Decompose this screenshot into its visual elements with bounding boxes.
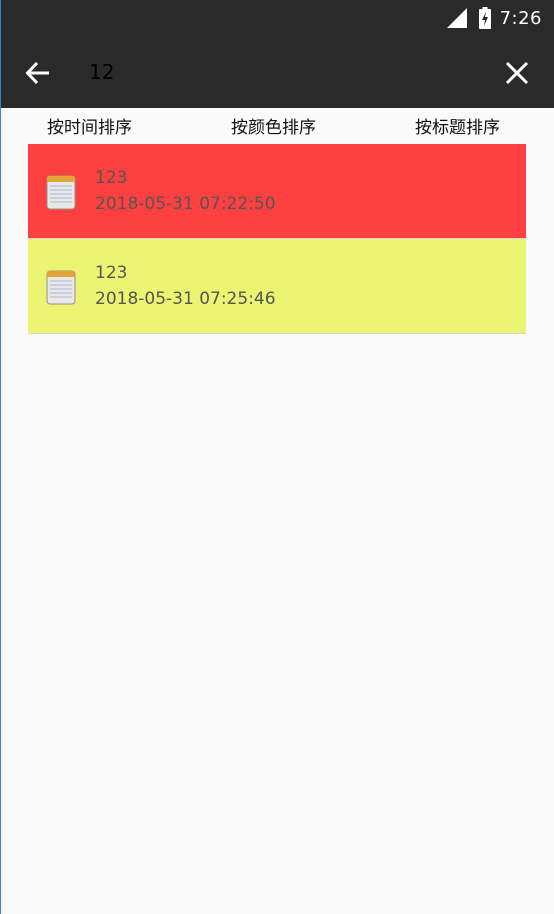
note-timestamp: 2018-05-31 07:25:46 (95, 289, 276, 309)
arrow-left-icon[interactable] (23, 58, 53, 88)
status-clock: 7:26 (499, 7, 542, 29)
search-toolbar (1, 36, 554, 108)
note-list-item[interactable]: 123 2018-05-31 07:22:50 (28, 144, 526, 239)
note-list-item[interactable]: 123 2018-05-31 07:25:46 (28, 239, 526, 334)
note-timestamp: 2018-05-31 07:22:50 (95, 194, 276, 214)
battery-charging-icon (478, 7, 491, 29)
search-input[interactable] (87, 54, 471, 90)
sort-bar: 按时间排序 按颜色排序 按标题排序 (1, 108, 554, 144)
note-list: 123 2018-05-31 07:22:50 123 2018-05-31 0… (28, 144, 526, 334)
signal-icon (446, 8, 467, 28)
sort-by-title-button[interactable]: 按标题排序 (415, 113, 500, 138)
notepad-icon (46, 270, 76, 305)
note-title: 123 (95, 263, 128, 283)
status-icons: 7:26 (446, 0, 542, 36)
note-title: 123 (95, 168, 128, 188)
status-bar: 7:26 (1, 0, 554, 36)
sort-by-time-button[interactable]: 按时间排序 (47, 113, 132, 138)
notepad-icon (46, 175, 76, 210)
close-icon[interactable] (504, 60, 530, 86)
sort-by-color-button[interactable]: 按颜色排序 (231, 113, 316, 138)
